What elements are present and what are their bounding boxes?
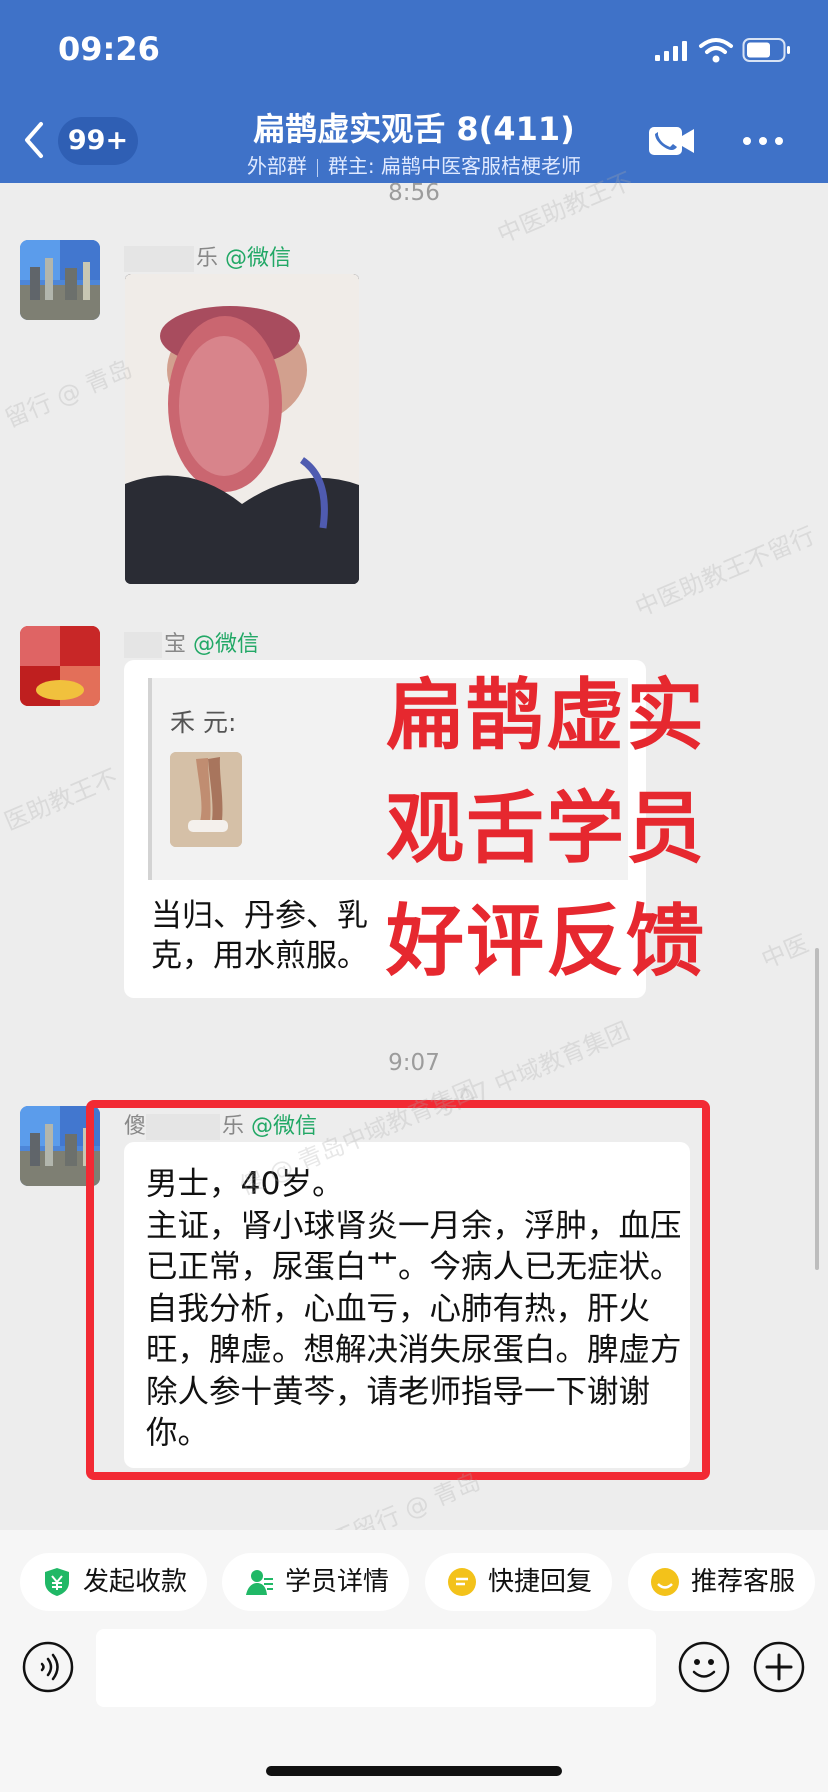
- unread-count-badge[interactable]: 99+: [58, 117, 138, 165]
- quick-action-label: 快捷回复: [488, 1567, 593, 1597]
- sender-name: 宝 @微信: [124, 626, 259, 658]
- emoji-icon[interactable]: [678, 1641, 730, 1693]
- home-indicator[interactable]: [266, 1766, 562, 1776]
- quick-reply-icon: [448, 1568, 476, 1596]
- quick-action-label: 学员详情: [285, 1567, 390, 1597]
- city-avatar-icon: [20, 240, 100, 320]
- group-type: 外部群: [246, 154, 307, 178]
- chat-header: 09:26 99+ 扁鹊虚实观舌 8(411) 外部群 群主: 扁鹊中医客服桔梗老…: [0, 0, 828, 183]
- quick-action-recommend-service[interactable]: 推荐客服: [628, 1553, 815, 1611]
- status-time: 09:26: [58, 30, 160, 68]
- leg-photo: [170, 752, 242, 847]
- red-avatar-icon: [20, 626, 100, 706]
- video-call-icon[interactable]: [648, 124, 696, 158]
- watermark: 中医: [757, 929, 813, 975]
- watermark: 留行 @ 青岛: [0, 354, 137, 434]
- watermark: 中医助教王不留行: [631, 521, 819, 623]
- quoted-author: 禾 元:: [170, 708, 237, 737]
- cellular-signal-icon: [655, 41, 687, 61]
- payment-icon: [45, 1568, 69, 1596]
- subtitle-divider: [316, 158, 318, 177]
- sender-avatar[interactable]: [20, 626, 100, 706]
- student-icon: [246, 1570, 273, 1595]
- quick-action-quick-reply[interactable]: 快捷回复: [425, 1553, 612, 1611]
- scrollbar[interactable]: [815, 948, 819, 1270]
- tongue-image-message[interactable]: [125, 274, 359, 584]
- watermark: 医助教王不: [0, 763, 122, 837]
- sender-avatar[interactable]: [20, 240, 100, 320]
- quick-action-label: 推荐客服: [691, 1567, 796, 1597]
- message-time: 8:56: [388, 180, 440, 206]
- recommend-service-icon: [651, 1568, 679, 1596]
- promotional-overlay-text: 扁鹊虚实 观舌学员 好评反馈: [386, 671, 707, 987]
- highlight-frame: [86, 1100, 710, 1480]
- blurred-name: [124, 632, 162, 658]
- wifi-icon: [699, 38, 733, 63]
- voice-input-icon[interactable]: [22, 1641, 74, 1693]
- back-icon[interactable]: [20, 120, 48, 160]
- quick-action-student-details[interactable]: 学员详情: [222, 1553, 409, 1611]
- quick-action-label: 发起收款: [83, 1567, 188, 1597]
- tongue-photo: [125, 274, 359, 584]
- group-owner: 群主: 扁鹊中医客服桔梗老师: [327, 154, 582, 178]
- quick-action-payment[interactable]: 发起收款: [20, 1553, 207, 1611]
- more-options-icon[interactable]: [742, 136, 784, 146]
- chat-subtitle: 外部群 群主: 扁鹊中医客服桔梗老师: [180, 150, 648, 179]
- blurred-name: [124, 246, 194, 272]
- battery-icon: [742, 38, 790, 62]
- message-time: 9:07: [388, 1050, 440, 1076]
- chat-title: 扁鹊虚实观舌 8(411): [253, 110, 575, 148]
- add-icon[interactable]: [753, 1641, 805, 1693]
- sender-name: 乐 @微信: [124, 240, 291, 272]
- quoted-image-thumbnail[interactable]: [170, 752, 242, 847]
- message-input[interactable]: [96, 1629, 656, 1707]
